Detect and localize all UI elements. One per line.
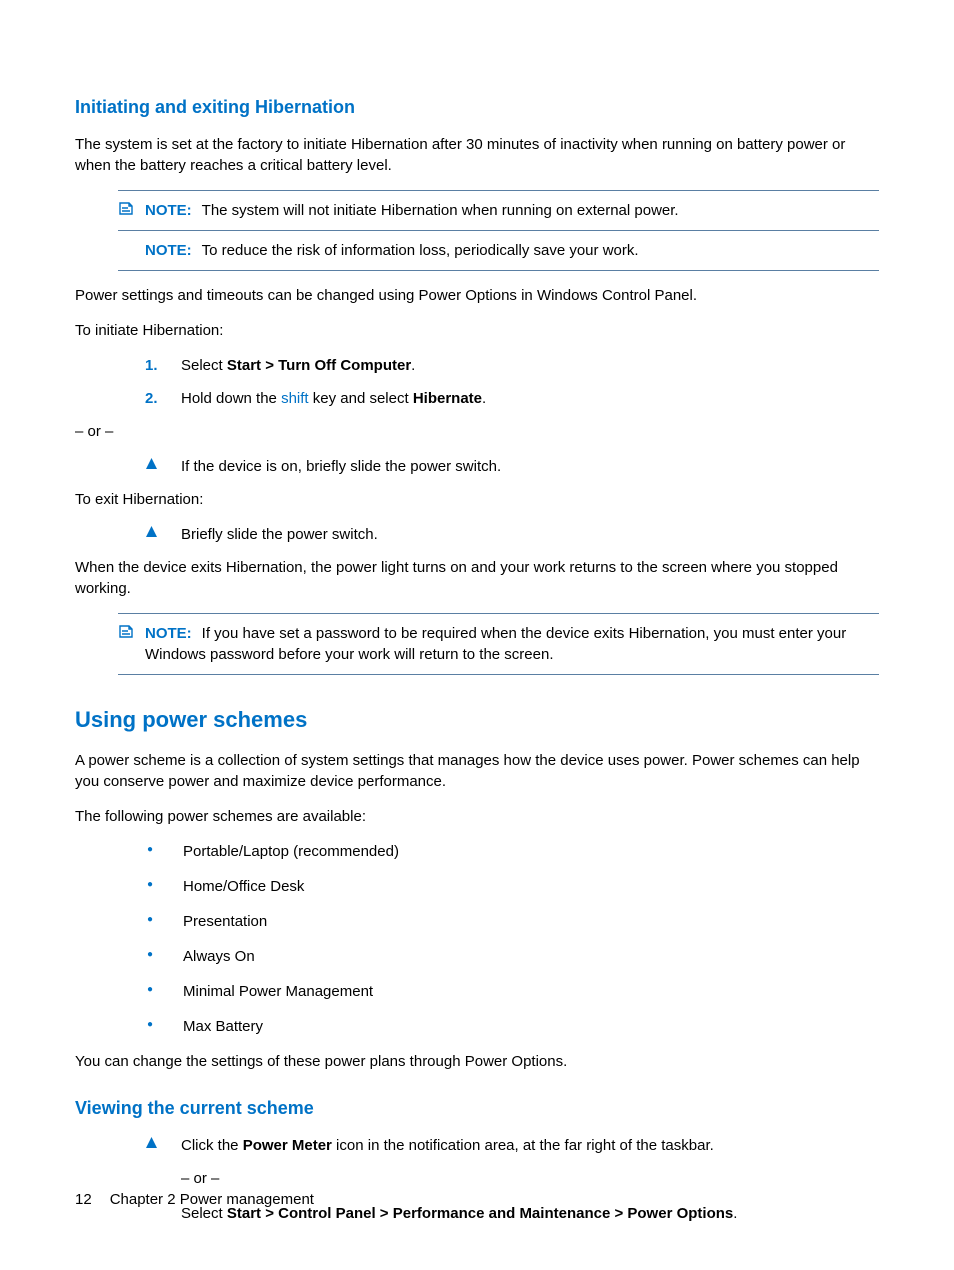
note-icon: [118, 623, 136, 639]
list-text: Click the Power Meter icon in the notifi…: [181, 1135, 714, 1156]
note-text: NOTE:To reduce the risk of information l…: [145, 240, 879, 261]
triangle-icon: [145, 456, 181, 470]
list-text: If the device is on, briefly slide the p…: [181, 456, 501, 477]
note-icon: [118, 200, 136, 216]
paragraph: You can change the settings of these pow…: [75, 1051, 879, 1072]
paragraph: To initiate Hibernation:: [75, 320, 879, 341]
paragraph: The system is set at the factory to init…: [75, 134, 879, 176]
paragraph: The following power schemes are availabl…: [75, 806, 879, 827]
heading-initiating-hibernation: Initiating and exiting Hibernation: [75, 95, 879, 120]
bullet-text: Max Battery: [183, 1016, 263, 1037]
paragraph: A power scheme is a collection of system…: [75, 750, 879, 792]
bullet-icon: ●: [145, 876, 183, 894]
bullet-icon: ●: [145, 1016, 183, 1034]
bullet-list-item: ● Always On: [145, 946, 879, 967]
list-text: Briefly slide the power switch.: [181, 524, 378, 545]
or-separator: – or –: [181, 1168, 879, 1189]
list-text: Select Start > Turn Off Computer.: [181, 355, 879, 376]
note-row: NOTE:If you have set a password to be re…: [118, 620, 879, 668]
page-number: 12: [75, 1191, 92, 1208]
bullet-text: Minimal Power Management: [183, 981, 373, 1002]
bullet-text: Portable/Laptop (recommended): [183, 841, 399, 862]
or-separator: – or –: [75, 421, 879, 442]
heading-using-power-schemes: Using power schemes: [75, 705, 879, 736]
bullet-text: Always On: [183, 946, 255, 967]
note-text: NOTE:The system will not initiate Hibern…: [145, 200, 879, 221]
bullet-list-item: ● Minimal Power Management: [145, 981, 879, 1002]
list-number: 2.: [145, 388, 181, 409]
bullet-icon: ●: [145, 841, 183, 859]
ordered-list-item: 1. Select Start > Turn Off Computer.: [145, 355, 879, 376]
page-footer: 12 Chapter 2 Power management: [75, 1189, 314, 1210]
triangle-list-item: Click the Power Meter icon in the notifi…: [145, 1135, 879, 1156]
bullet-text: Home/Office Desk: [183, 876, 304, 897]
note-block: NOTE:If you have set a password to be re…: [118, 613, 879, 675]
heading-viewing-scheme: Viewing the current scheme: [75, 1096, 879, 1121]
bullet-list-item: ● Portable/Laptop (recommended): [145, 841, 879, 862]
bullet-icon: ●: [145, 981, 183, 999]
ordered-list-item: 2. Hold down the shift key and select Hi…: [145, 388, 879, 409]
triangle-icon: [145, 1135, 181, 1149]
paragraph: Power settings and timeouts can be chang…: [75, 285, 879, 306]
bullet-list-item: ● Home/Office Desk: [145, 876, 879, 897]
note-block: NOTE:The system will not initiate Hibern…: [118, 190, 879, 271]
chapter-title: Chapter 2 Power management: [110, 1191, 314, 1208]
paragraph: When the device exits Hibernation, the p…: [75, 557, 879, 599]
triangle-icon: [145, 524, 181, 538]
document-page: Initiating and exiting Hibernation The s…: [0, 0, 954, 1270]
triangle-list-item: Briefly slide the power switch.: [145, 524, 879, 545]
note-text: NOTE:If you have set a password to be re…: [145, 623, 879, 665]
bullet-list-item: ● Presentation: [145, 911, 879, 932]
note-row: NOTE:To reduce the risk of information l…: [118, 237, 879, 264]
list-text: Hold down the shift key and select Hiber…: [181, 388, 879, 409]
triangle-list-item: If the device is on, briefly slide the p…: [145, 456, 879, 477]
paragraph: To exit Hibernation:: [75, 489, 879, 510]
bullet-icon: ●: [145, 946, 183, 964]
list-number: 1.: [145, 355, 181, 376]
note-row: NOTE:The system will not initiate Hibern…: [118, 197, 879, 224]
note-divider: [118, 230, 879, 231]
bullet-icon: ●: [145, 911, 183, 929]
bullet-list-item: ● Max Battery: [145, 1016, 879, 1037]
bullet-text: Presentation: [183, 911, 267, 932]
